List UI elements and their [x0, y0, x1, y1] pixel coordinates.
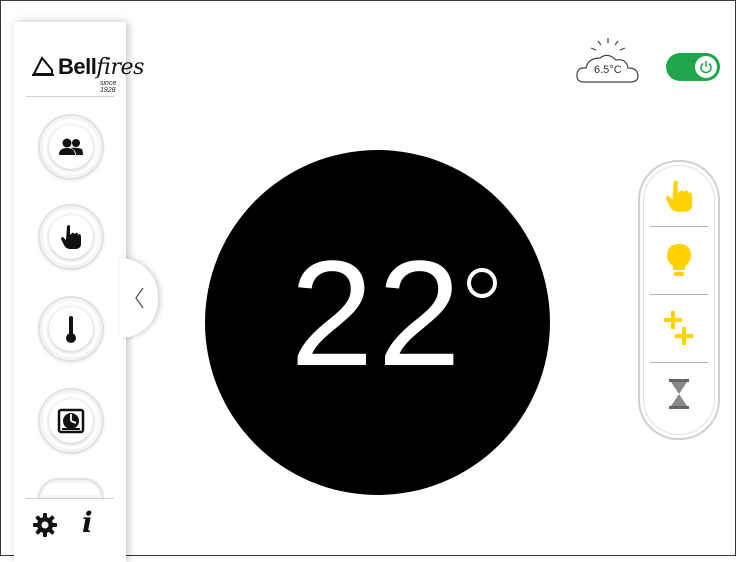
mode-boost-button[interactable] — [650, 302, 708, 354]
mode-flame-effect-button[interactable] — [650, 234, 708, 286]
manual-hand-icon — [665, 180, 693, 212]
mode-timer-button[interactable] — [650, 368, 708, 420]
divider — [26, 498, 114, 499]
sidebar: Bellfires since 1928 i — [14, 22, 144, 562]
sidebar-item-partial[interactable] — [38, 478, 104, 498]
divider — [26, 96, 114, 97]
divider — [650, 226, 708, 227]
chevron-left-icon — [135, 287, 144, 309]
thermometer-icon — [66, 316, 76, 343]
schedule-icon — [57, 408, 85, 434]
brand-tagline: since 1928 — [100, 80, 117, 94]
power-knob — [695, 56, 717, 78]
divider — [650, 294, 708, 295]
divider — [650, 362, 708, 363]
plus-plus-icon — [664, 311, 693, 345]
power-toggle[interactable] — [666, 53, 720, 81]
hourglass-icon — [669, 379, 689, 409]
mode-manual-button[interactable] — [650, 170, 708, 222]
temperature-dial[interactable]: 22 — [205, 150, 550, 495]
info-icon[interactable]: i — [82, 506, 93, 539]
partly-sunny-cloud-icon — [576, 38, 639, 83]
users-icon — [59, 138, 83, 155]
brand-name: Bellfires — [58, 54, 144, 80]
mode-panel — [638, 160, 720, 440]
bell-logo-icon — [32, 56, 54, 76]
degree-symbol — [467, 268, 497, 298]
brand-logo: Bellfires since 1928 — [30, 50, 144, 94]
power-icon — [700, 61, 712, 74]
gear-icon[interactable] — [32, 512, 58, 538]
outdoor-temperature: 6.5°C — [594, 64, 622, 76]
sidebar-item-schedule[interactable] — [38, 388, 104, 454]
hand-pointer-icon — [61, 225, 81, 249]
sidebar-item-temperature[interactable] — [38, 296, 104, 362]
sidebar-item-users[interactable] — [38, 114, 104, 180]
sidebar-item-manual[interactable] — [38, 204, 104, 270]
temperature-value: 22 — [290, 229, 465, 397]
bulb-icon — [667, 244, 691, 276]
